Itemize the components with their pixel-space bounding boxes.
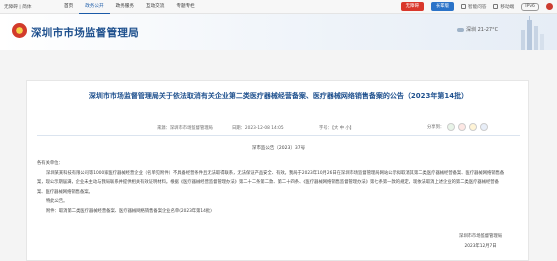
gov-logo-icon [546,3,553,10]
top-tools: 无障碍 长辈版 智能问答 移动端 IPv6 [400,2,553,11]
mobile-link[interactable]: 移动端 [493,4,514,10]
attachment-link[interactable]: 附件：取消第二类医疗器械经营备案、医疗器械网络销售备案企业名单(2023年第14… [37,207,507,217]
font-size-switch[interactable]: 字号：【大 中 小】 [319,125,354,131]
nav-interaction[interactable]: 互动交流 [140,0,170,14]
qzone-share-icon[interactable] [469,123,478,131]
skyline-icon [521,16,544,50]
article-title: 深圳市市场监督管理局关于依法取消有关企业第二类医疗器械经营备案、医疗器械网络销售… [88,92,469,100]
nav-services[interactable]: 政务服务 [110,0,140,14]
nav-government-affairs[interactable]: 政务公开 [79,0,110,14]
smart-qa-link[interactable]: 智能问答 [461,4,486,10]
article-date: 日期：2023-12-08 14:05 [232,126,284,131]
national-emblem-icon [12,23,27,38]
more-share-icon[interactable] [480,123,489,131]
phone-icon [493,4,499,9]
accessibility-links[interactable]: 无障碍 | 简体 [4,4,31,10]
chat-icon [461,4,467,9]
share-bar: 分享到： [427,123,489,131]
site-title[interactable]: 深圳市市场监督管理局 [31,25,139,40]
divider [37,135,520,136]
top-bar: 无障碍 | 简体 首页 政务公开 政务服务 互动交流 专题专栏 无障碍 长辈版 … [0,0,557,14]
signature-block: 深圳市市场监督管理局 2023年12月7日 [459,232,502,252]
sign-date: 2023年12月7日 [464,244,497,249]
nav-topics[interactable]: 专题专栏 [170,0,200,14]
weather-text: 深圳 21-27°C [466,27,499,33]
wechat-share-icon[interactable] [447,123,456,131]
article-body: 各有关单位： 深圳某某科技有限公司等1000家医疗器械经营企业（名单见附件）不具… [37,159,507,216]
accessibility-button[interactable]: 无障碍 [400,2,424,11]
elder-mode-button[interactable]: 长辈版 [430,2,455,11]
cloud-icon [457,27,464,32]
nav-home[interactable]: 首页 [58,0,79,14]
article-source: 来源：深圳市市场监督管理局 [157,126,213,131]
document-number: 深市监公告〔2023〕37号 [251,146,306,151]
article-meta: 来源：深圳市市场监督管理局 日期：2023-12-08 14:05 字号：【大 … [27,123,530,133]
top-nav: 首页 政务公开 政务服务 互动交流 专题专栏 [58,0,201,14]
share-label: 分享到： [427,125,445,130]
article-card: 深圳市市场监督管理局关于依法取消有关企业第二类医疗器械经营备案、医疗器械网络销售… [26,80,529,261]
weibo-share-icon[interactable] [458,123,467,131]
ipv6-badge: IPv6 [521,2,539,11]
site-header: 深圳市市场监督管理局 深圳 21-27°C [0,14,557,50]
paragraph-main: 深圳某某科技有限公司等1000家医疗器械经营企业（名单见附件）不具备经营条件且无… [37,170,505,195]
smart-qa-label: 智能问答 [468,4,487,10]
paragraph-closing: 特此公告。 [46,199,68,204]
mobile-label: 移动端 [500,4,515,10]
weather-widget: 深圳 21-27°C [457,26,498,33]
signer: 深圳市市场监督管理局 [459,234,502,239]
salutation: 各有关单位： [37,161,63,166]
